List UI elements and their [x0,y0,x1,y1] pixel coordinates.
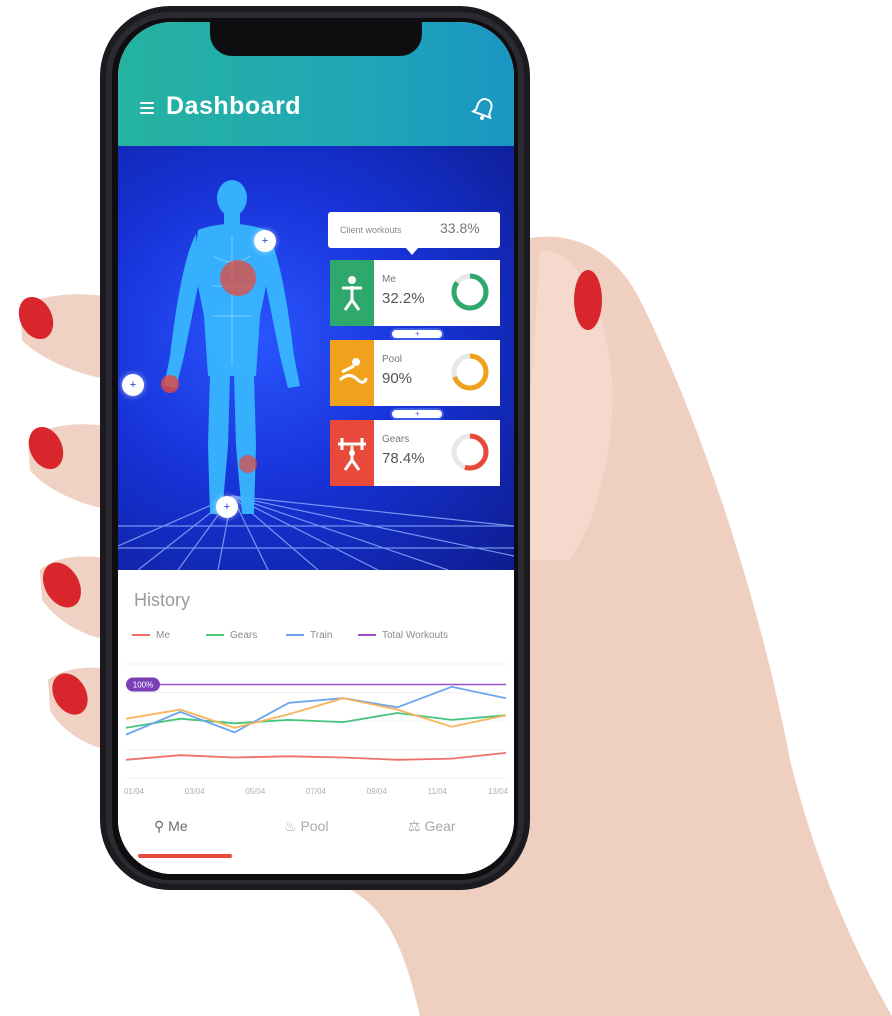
active-tab-indicator [138,854,232,858]
phone-notch [210,22,422,56]
swimming-icon [330,340,374,406]
x-tick-label: 11/04 [428,787,448,796]
x-tick-label: 01/04 [124,787,145,796]
figure-icon: ⚲ [154,818,165,834]
body-pin-head[interactable]: + [254,230,276,252]
progress-ring [451,353,489,391]
tab-label: Me [168,818,188,834]
tab-label: Pool [300,818,329,834]
weightlift-icon [330,420,374,486]
weightlift-icon: ⚖ [408,818,421,834]
tab-gear[interactable]: ⚖ Gear [408,818,456,835]
floor-grid [118,495,514,570]
phone-screen: Dashboard + + + Client workouts 33.8% Me… [118,22,514,874]
legend-item-me: Me [132,630,170,641]
history-section: History Me Gears Train Total Workouts 10… [118,570,514,800]
body-pin-knee[interactable]: + [216,496,238,518]
stat-connector: + [390,328,444,340]
stat-connector: + [390,408,444,420]
knee-hotspot [239,455,257,473]
history-title: History [134,590,191,610]
tooltip-label: Client workouts [340,225,402,235]
heart-hotspot [220,260,256,296]
x-tick-label: 03/04 [185,787,206,796]
total-badge-label: 100% [133,681,153,690]
swimming-icon: ♨ [284,818,297,834]
x-tick-label: 13/04 [488,787,509,796]
stat-value: 78.4% [382,450,425,467]
stat-value: 90% [382,370,413,387]
progress-ring [451,433,489,471]
stat-label: Me [382,274,396,285]
tab-label: Gear [424,818,456,834]
stat-pool[interactable]: Pool 90% [330,340,500,406]
tab-me[interactable]: ⚲ Me [154,818,188,835]
stats-card: Me 32.2% + Pool 90% + Gears 78.4% [330,260,500,486]
tab-pool[interactable]: ♨ Pool [284,818,328,835]
body-pin-hand[interactable]: + [122,374,144,396]
wrist-hotspot [161,375,179,393]
legend-item-total: Total Workouts [358,630,448,641]
nail [574,270,602,330]
legend-item-train: Train [286,630,332,641]
tooltip-value: 33.8% [440,220,480,236]
bell-icon[interactable] [470,94,498,122]
progress-ring [451,273,489,311]
x-tick-label: 05/04 [245,787,266,796]
figure-icon [330,260,374,326]
workouts-tooltip: Client workouts 33.8% [328,212,500,255]
stat-value: 32.2% [382,290,425,307]
page-title: Dashboard [166,92,302,120]
legend-item-gears: Gears [206,630,257,641]
stat-label: Gears [382,434,410,445]
history-line-chart: 100% 01/04 03/04 05/04 07/04 09/04 11/04 13/04 [124,663,509,796]
stat-label: Pool [382,354,403,365]
series-line-0 [125,752,507,761]
x-tick-label: 09/04 [367,787,388,796]
bottom-nav: ⚲ Me ♨ Pool ⚖ Gear [118,800,514,874]
hamburger-menu-icon[interactable] [140,102,154,114]
stat-me[interactable]: Me 32.2% [330,260,500,326]
stat-gears[interactable]: Gears 78.4% [330,420,500,486]
x-tick-label: 07/04 [306,787,327,796]
